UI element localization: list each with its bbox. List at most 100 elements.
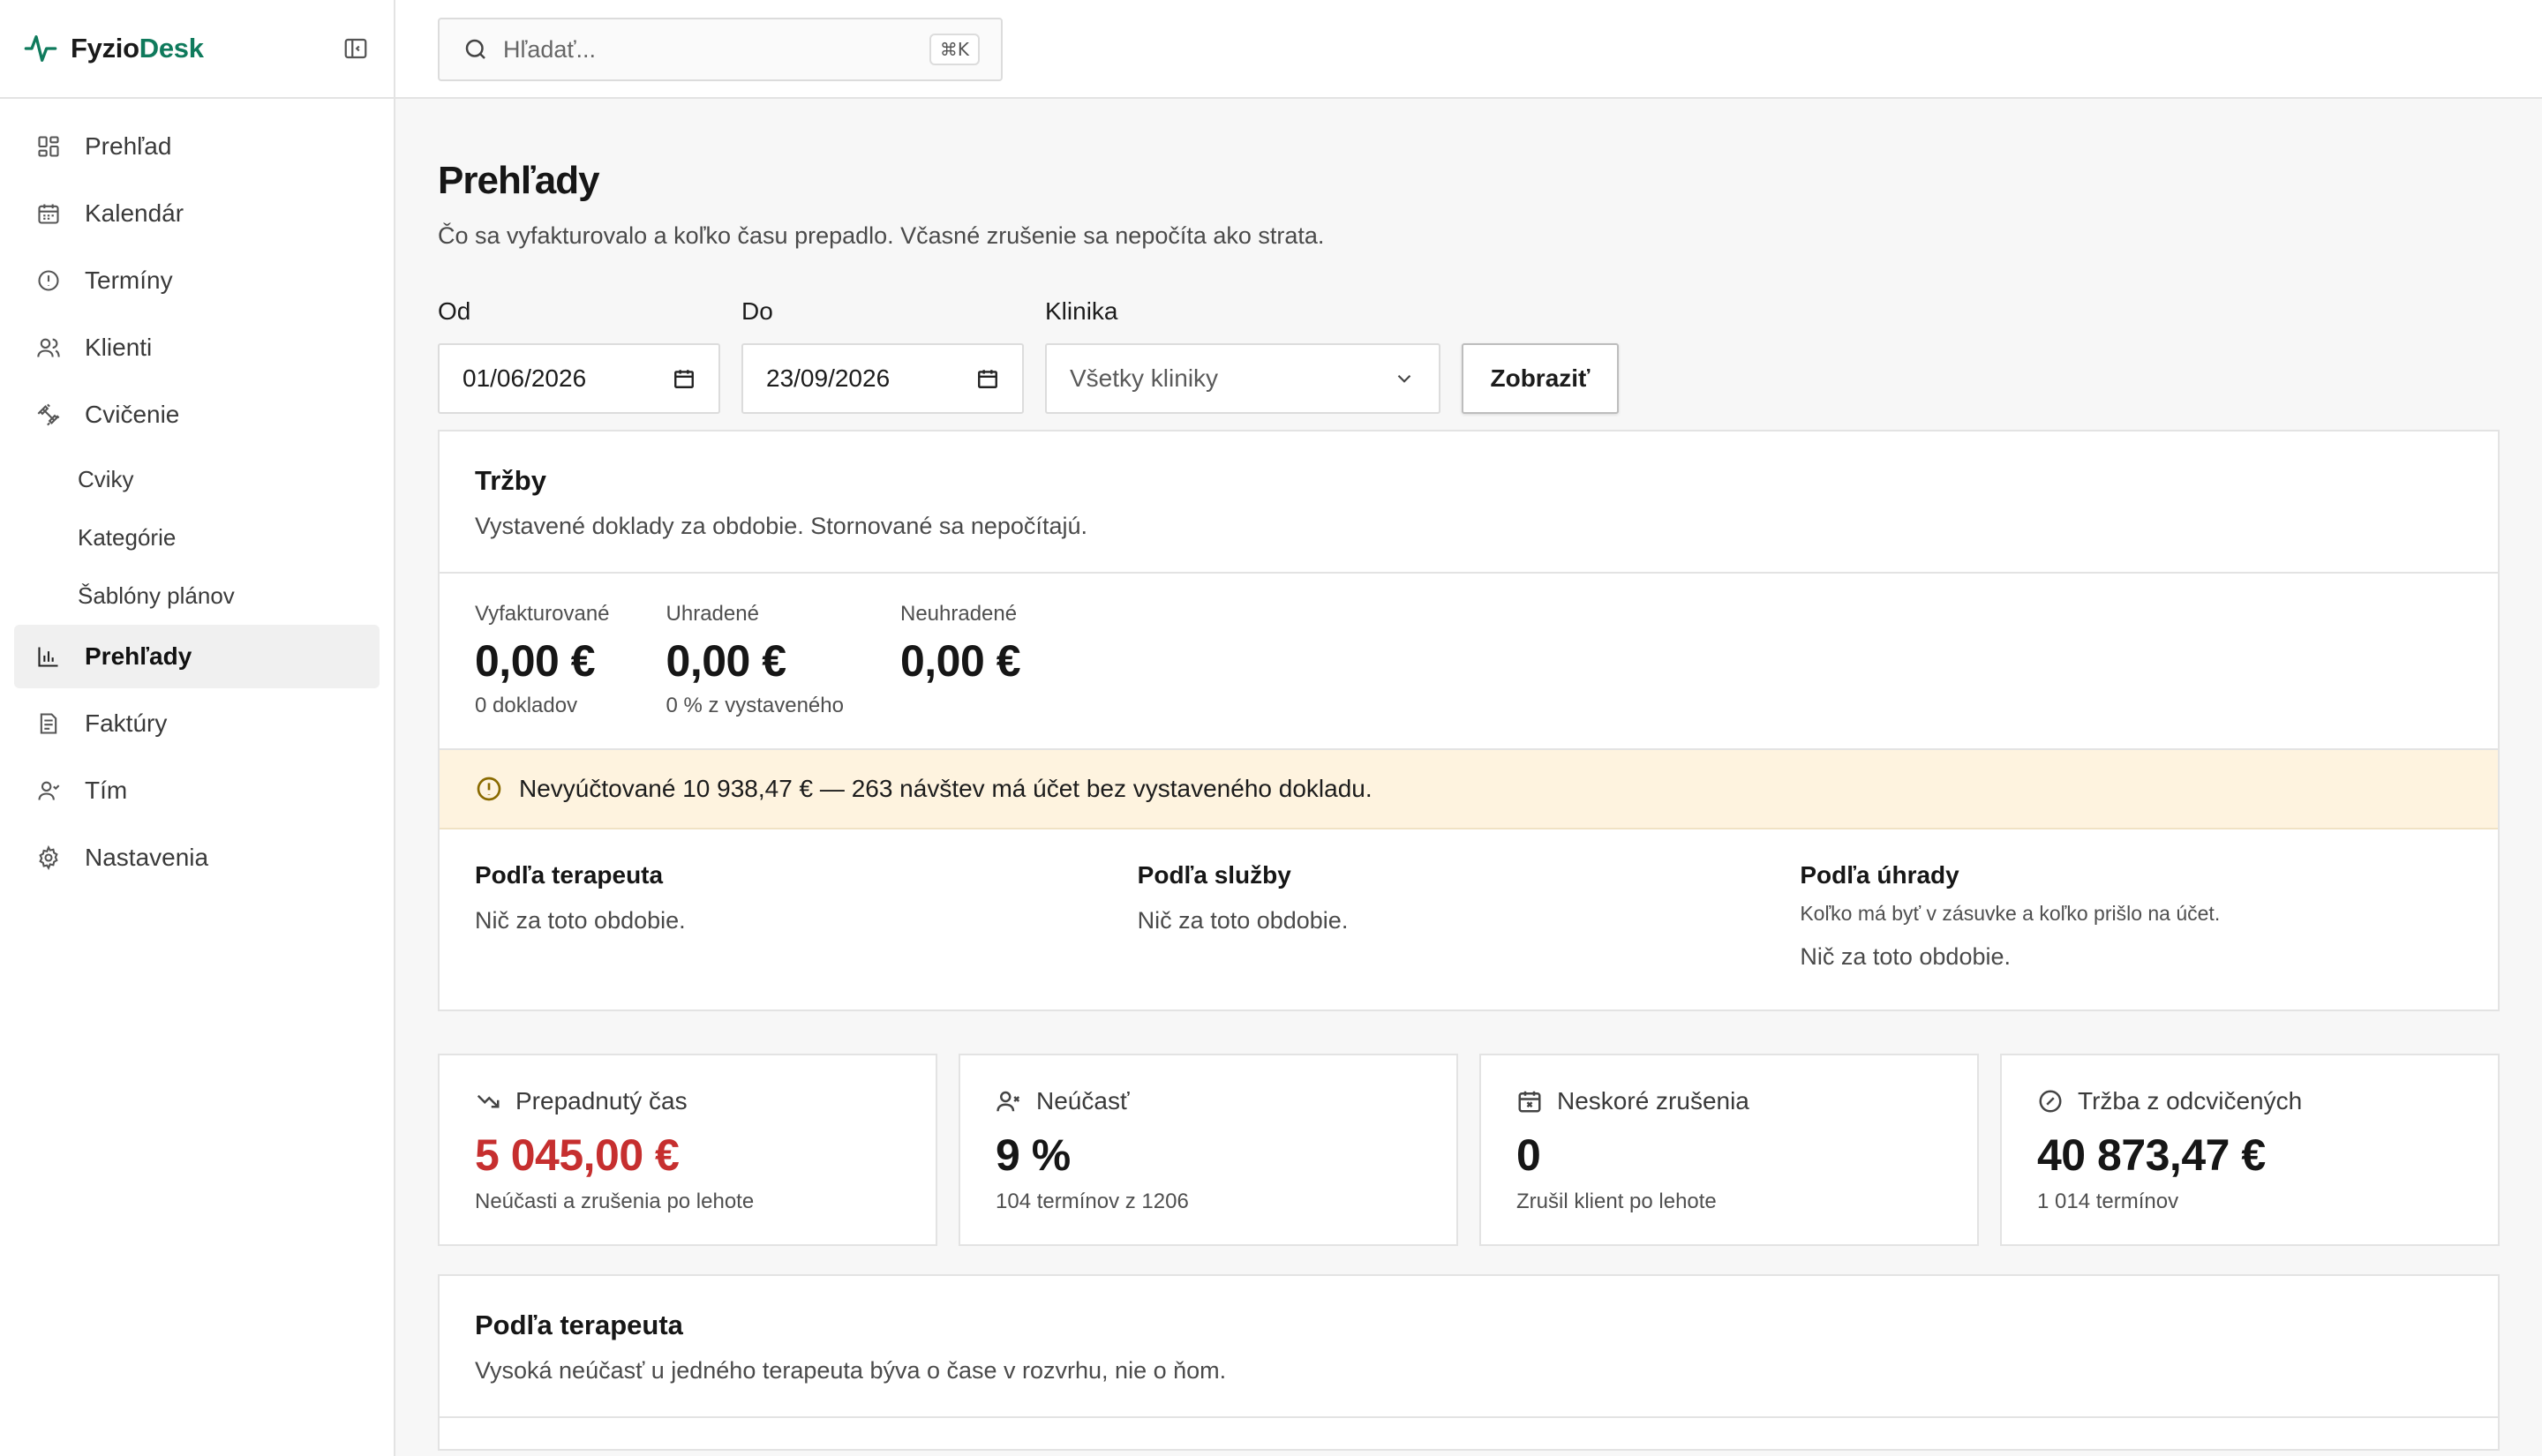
sidebar-item-label: Prehľady [85, 642, 192, 670]
stat-value: 0,00 € [899, 636, 1021, 686]
page-title: Prehľady [438, 159, 600, 202]
kpi-row: Prepadnutý čas 5 045,00 € Neúčasti a zru… [438, 1054, 2500, 1246]
sidebar-subitem-cviky[interactable]: Cviky [14, 450, 380, 508]
filter-from-label: Od [438, 297, 471, 325]
dumbbell-icon [35, 402, 62, 428]
kpi-completed-revenue: Tržba z odcvičených 40 873,47 € 1 014 te… [2000, 1054, 2500, 1246]
kpi-sub: 1 014 termínov [2037, 1190, 2179, 1213]
brand-name: FyzioDesk [71, 33, 204, 64]
stat-value: 0,00 € [666, 636, 787, 686]
sidebar-subitem-sablony[interactable]: Šablóny plánov [14, 567, 380, 625]
sidebar-item-klienti[interactable]: Klienti [14, 316, 380, 379]
user-icon [35, 777, 62, 804]
kpi-label: Neskoré zrušenia [1557, 1087, 1749, 1115]
kpi-lost-time: Prepadnutý čas 5 045,00 € Neúčasti a zru… [438, 1054, 937, 1246]
revenue-title: Tržby [475, 465, 546, 496]
revenue-subtitle: Vystavené doklady za obdobie. Stornované… [475, 513, 1087, 539]
stat-paid: Uhradené 0,00 € 0 % z vystaveného [666, 602, 844, 718]
sidebar-item-cvicenie[interactable]: Cvičenie [14, 383, 380, 447]
alert-circle-icon [35, 267, 62, 294]
gear-icon [35, 844, 62, 871]
sidebar-item-kalendar[interactable]: Kalendár [14, 182, 380, 245]
clinic-select[interactable]: Všetky kliniky [1045, 343, 1440, 414]
date-from-value: 01/06/2026 [463, 364, 587, 392]
therapist-card: Podľa terapeuta Vysoká neúčasť u jedného… [438, 1274, 2500, 1451]
sidebar-nav: Prehľad Kalendár Termíny Klienti Cvičeni… [0, 99, 394, 909]
kpi-value: 9 % [996, 1130, 1071, 1180]
sidebar-item-faktury[interactable]: Faktúry [14, 692, 380, 755]
kpi-value: 40 873,47 € [2037, 1130, 2266, 1180]
kpi-header: Tržba z odcvičených [2037, 1087, 2463, 1115]
kpi-header: Prepadnutý čas [475, 1087, 900, 1115]
kpi-header: Neúčasť [996, 1087, 1421, 1115]
sidebar-item-label: Termíny [85, 266, 173, 294]
brand-header: FyzioDesk [0, 0, 394, 99]
breakdown-service: Podľa služby Nič za toto obdobie. [1138, 861, 1801, 971]
kpi-label: Neúčasť [1036, 1087, 1130, 1115]
date-to-value: 23/09/2026 [766, 364, 891, 392]
show-button[interactable]: Zobraziť [1462, 343, 1619, 414]
sidebar-item-prehlad[interactable]: Prehľad [14, 115, 380, 178]
sidebar-item-label: Kalendár [85, 199, 184, 227]
sidebar-item-tim[interactable]: Tím [14, 759, 380, 822]
breakdown-title: Podľa služby [1137, 861, 1291, 889]
stat-label: Uhradené [666, 602, 759, 626]
sidebar-item-terminy[interactable]: Termíny [14, 249, 380, 312]
therapist-header: Podľa terapeuta Vysoká neúčasť u jedného… [440, 1276, 2498, 1418]
users-icon [35, 334, 62, 361]
revenue-stats: Vyfakturované 0,00 € 0 dokladov Uhradené… [440, 574, 2498, 750]
filter-clinic: Klinika Všetky kliniky [1045, 297, 1440, 414]
stat-label: Vyfakturované [475, 602, 610, 626]
kpi-value: 0 [1516, 1130, 1541, 1180]
kpi-label: Prepadnutý čas [515, 1087, 688, 1115]
kpi-no-show: Neúčasť 9 % 104 termínov z 1206 [959, 1054, 1458, 1246]
breakdown-note: Koľko má byť v zásuvke a koľko prišlo na… [1800, 902, 2221, 925]
sidebar-subitem-kategorie[interactable]: Kategórie [14, 508, 380, 567]
collapse-sidebar-button[interactable] [341, 34, 371, 64]
sidebar-item-label: Tím [85, 777, 128, 804]
user-x-icon [996, 1091, 1020, 1112]
top-bar: ⌘K [395, 0, 2542, 99]
breakdown-empty: Nič za toto obdobie. [1800, 943, 2011, 970]
stat-sub: 0 % z vystaveného [666, 694, 844, 717]
check-circle-icon [2039, 1090, 2062, 1113]
stat-value: 0,00 € [475, 636, 596, 686]
search-icon [465, 39, 485, 59]
search-box[interactable]: ⌘K [438, 18, 1003, 81]
revenue-card: Tržby Vystavené doklady za obdobie. Stor… [438, 430, 2500, 1011]
chevron-down-icon [1397, 374, 1411, 383]
page-subtitle: Čo sa vyfakturovalo a koľko času prepadl… [438, 222, 1325, 249]
kpi-sub: 104 termínov z 1206 [996, 1190, 1189, 1213]
calendar-icon [978, 370, 997, 388]
warning-icon [477, 777, 501, 801]
sidebar-item-label: Nastavenia [85, 844, 209, 871]
sidebar-toggle-icon [344, 38, 367, 59]
therapist-subtitle: Vysoká neúčasť u jedného terapeuta býva … [475, 1357, 1227, 1384]
breakdown-payment: Podľa úhrady Koľko má byť v zásuvke a ko… [1800, 861, 2463, 971]
sidebar-item-label: Faktúry [85, 709, 168, 737]
filter-to: Do 23/09/2026 [741, 297, 1024, 414]
date-to-input[interactable]: 23/09/2026 [741, 343, 1024, 414]
breakdown-empty: Nič za toto obdobie. [1137, 907, 1349, 934]
stat-unpaid: Neuhradené 0,00 € [899, 602, 1021, 718]
calendar-icon [674, 370, 694, 388]
invoice-icon [35, 710, 62, 737]
sidebar-item-prehlady[interactable]: Prehľady [14, 625, 380, 688]
calendar-x-icon [1518, 1091, 1541, 1113]
unbilled-warning: Nevyúčtované 10 938,47 € — 263 návštev m… [440, 750, 2498, 829]
sidebar-item-label: Cvičenie [85, 401, 180, 428]
filter-to-label: Do [741, 297, 773, 325]
kpi-header: Neskoré zrušenia [1516, 1087, 1942, 1115]
date-from-input[interactable]: 01/06/2026 [438, 343, 720, 414]
kpi-sub: Zrušil klient po lehote [1516, 1190, 1717, 1213]
search-input[interactable] [503, 35, 929, 64]
bar-chart-icon [35, 643, 62, 670]
sidebar-item-label: Prehľad [85, 132, 172, 160]
kpi-label: Tržba z odcvičených [2078, 1087, 2303, 1115]
sidebar-item-nastavenia[interactable]: Nastavenia [14, 826, 380, 889]
breakdown-empty: Nič za toto obdobie. [475, 907, 686, 934]
sidebar: FyzioDesk Prehľad Kalendár Termíny Klien… [0, 0, 395, 1456]
filter-clinic-label: Klinika [1045, 297, 1118, 325]
breakdown-title: Podľa terapeuta [475, 861, 664, 889]
trending-down-icon [477, 1094, 500, 1108]
